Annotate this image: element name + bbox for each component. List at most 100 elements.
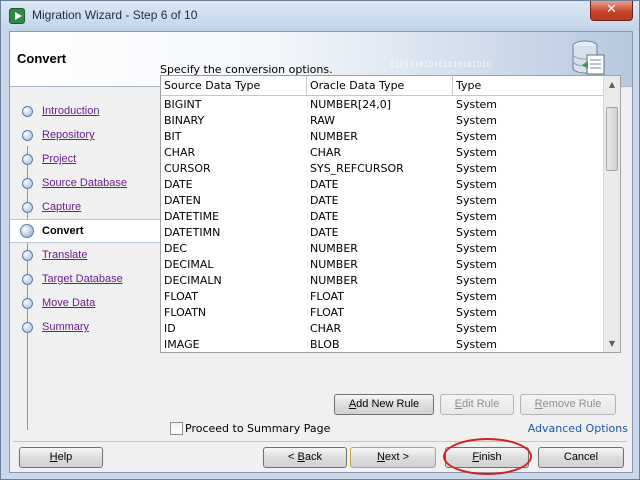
button-label: ack [304, 451, 322, 463]
table-row[interactable]: ID CHAR System [161, 321, 604, 337]
cell-oracle-type: DATE [310, 226, 339, 239]
migration-wizard-window: Migration Wizard - Step 6 of 10 ✕ Conver… [0, 0, 640, 480]
table-row[interactable]: DATE DATE System [161, 177, 604, 193]
cell-source-type: DATEN [164, 194, 201, 207]
cell-oracle-type: FLOAT [310, 290, 344, 303]
cancel-button[interactable]: Cancel [538, 447, 624, 468]
cell-oracle-type: CHAR [310, 146, 342, 159]
step-project[interactable]: Project [10, 148, 160, 170]
table-row[interactable]: DATETIMN DATE System [161, 225, 604, 241]
proceed-to-summary-checkbox[interactable] [170, 422, 183, 435]
remove-rule-button[interactable]: Remove Rule [520, 394, 616, 415]
step-link[interactable]: Translate [42, 249, 87, 261]
title-bar[interactable]: Migration Wizard - Step 6 of 10 ✕ [1, 1, 639, 31]
mnemonic: H [49, 451, 58, 463]
step-node-icon [22, 154, 33, 165]
cell-source-type: DECIMALN [164, 274, 222, 287]
table-scrollbar[interactable]: ▲ ▼ [603, 76, 620, 352]
table-row[interactable]: DECIMALN NUMBER System [161, 273, 604, 289]
binary-decoration: 010101010101010101010 [390, 60, 492, 69]
cell-type: System [456, 130, 498, 143]
scroll-up-icon[interactable]: ▲ [604, 76, 620, 93]
step-translate[interactable]: Translate [10, 244, 160, 266]
cell-source-type: ID [164, 322, 176, 335]
cell-type: System [456, 98, 498, 111]
table-row[interactable]: BINARY RAW System [161, 113, 604, 129]
finish-highlight-annotation [443, 438, 532, 475]
step-node-current-icon [20, 224, 34, 238]
step-link[interactable]: Capture [42, 201, 81, 213]
cell-source-type: BIGINT [164, 98, 202, 111]
step-repository[interactable]: Repository [10, 124, 160, 146]
cell-source-type: DATE [164, 178, 193, 191]
cell-type: System [456, 210, 498, 223]
table-row[interactable]: FLOATN FLOAT System [161, 305, 604, 321]
step-link[interactable]: Repository [42, 129, 95, 141]
scroll-down-icon[interactable]: ▼ [604, 335, 620, 352]
step-summary[interactable]: Summary [10, 316, 160, 338]
table-row[interactable]: CURSOR SYS_REFCURSOR System [161, 161, 604, 177]
back-button[interactable]: < Back [263, 447, 347, 468]
cell-type: System [456, 258, 498, 271]
table-row[interactable]: DATEN DATE System [161, 193, 604, 209]
conversion-rules-table[interactable]: Source Data Type Oracle Data Type Type B… [160, 75, 621, 353]
cell-type: System [456, 194, 498, 207]
scroll-thumb[interactable] [606, 107, 618, 171]
advanced-options-link[interactable]: Advanced Options [528, 422, 628, 435]
cell-oracle-type: NUMBER [310, 258, 358, 271]
table-row[interactable]: CHAR CHAR System [161, 145, 604, 161]
table-row[interactable]: IMAGE BLOB System [161, 337, 604, 352]
proceed-to-summary-label[interactable]: Proceed to Summary Page [185, 422, 330, 435]
column-header-type[interactable]: Type [453, 76, 604, 96]
table-row[interactable]: FLOAT FLOAT System [161, 289, 604, 305]
step-link[interactable]: Target Database [42, 273, 123, 285]
cell-oracle-type: DATE [310, 210, 339, 223]
edit-rule-button[interactable]: Edit Rule [440, 394, 514, 415]
table-row[interactable]: DEC NUMBER System [161, 241, 604, 257]
step-node-icon [22, 106, 33, 117]
cell-type: System [456, 178, 498, 191]
cell-oracle-type: FLOAT [310, 306, 344, 319]
cell-type: System [456, 162, 498, 175]
cell-source-type: DATETIMN [164, 226, 221, 239]
close-button[interactable]: ✕ [590, 1, 633, 21]
step-capture[interactable]: Capture [10, 196, 160, 218]
step-link-current: Convert [42, 225, 84, 237]
step-node-icon [22, 202, 33, 213]
step-introduction[interactable]: Introduction [10, 100, 160, 122]
cell-oracle-type: NUMBER[24,0] [310, 98, 391, 111]
cell-type: System [456, 338, 498, 351]
table-header: Source Data Type Oracle Data Type Type [161, 76, 604, 96]
table-body: BIGINT NUMBER[24,0] System BINARY RAW System B… [161, 97, 604, 352]
help-button[interactable]: Help [19, 447, 103, 468]
cell-source-type: DEC [164, 242, 188, 255]
column-header-source[interactable]: Source Data Type [161, 76, 307, 96]
step-link[interactable]: Move Data [42, 297, 95, 309]
cell-source-type: BIT [164, 130, 182, 143]
table-row[interactable]: DATETIME DATE System [161, 209, 604, 225]
step-node-icon [22, 274, 33, 285]
add-new-rule-button[interactable]: Add New Rule [334, 394, 434, 415]
table-row[interactable]: BIT NUMBER System [161, 129, 604, 145]
mnemonic: N [376, 451, 385, 463]
next-button[interactable]: Next > [350, 447, 436, 468]
table-row[interactable]: BIGINT NUMBER[24,0] System [161, 97, 604, 113]
button-label: ext > [384, 451, 410, 463]
column-header-oracle[interactable]: Oracle Data Type [307, 76, 453, 96]
step-node-icon [22, 178, 33, 189]
step-link[interactable]: Source Database [42, 177, 127, 189]
step-link[interactable]: Summary [42, 321, 89, 333]
step-target-database[interactable]: Target Database [10, 268, 160, 290]
table-row[interactable]: DECIMAL NUMBER System [161, 257, 604, 273]
step-convert[interactable]: Convert [10, 219, 160, 243]
step-link[interactable]: Introduction [42, 105, 99, 117]
footer-separator [13, 441, 627, 442]
cell-oracle-type: DATE [310, 178, 339, 191]
step-link[interactable]: Project [42, 153, 76, 165]
cell-oracle-type: RAW [310, 114, 335, 127]
step-node-icon [22, 130, 33, 141]
cell-oracle-type: SYS_REFCURSOR [310, 162, 404, 175]
step-move-data[interactable]: Move Data [10, 292, 160, 314]
step-source-database[interactable]: Source Database [10, 172, 160, 194]
cell-type: System [456, 146, 498, 159]
